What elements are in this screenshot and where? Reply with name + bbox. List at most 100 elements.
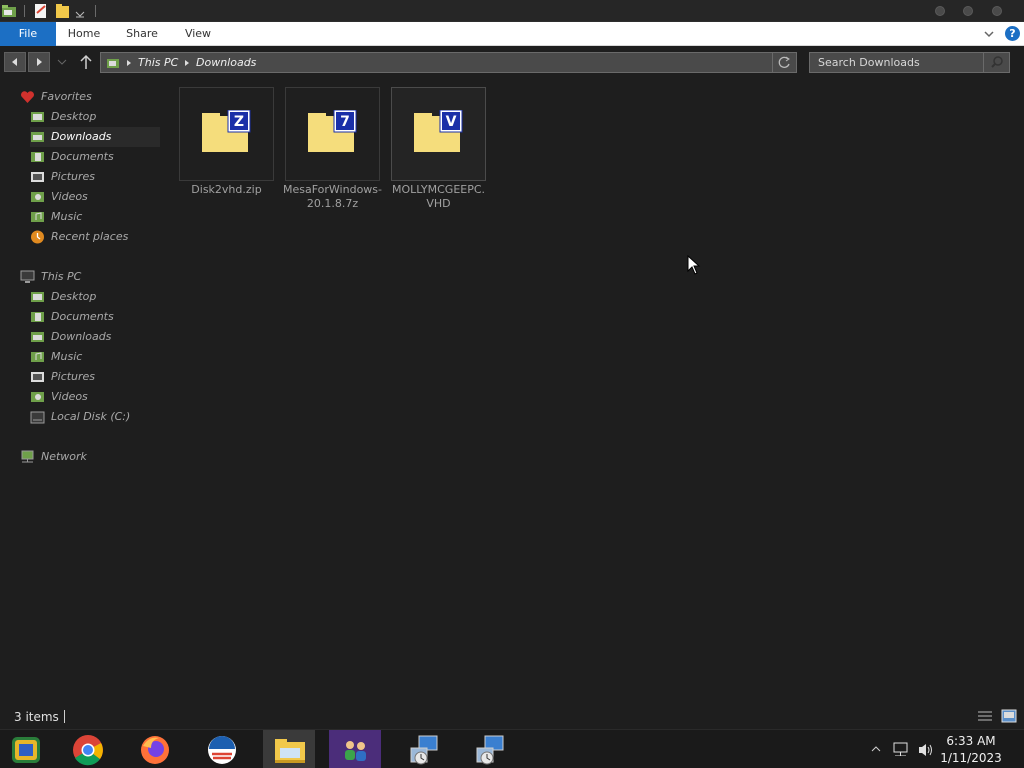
large-icons-view-icon[interactable] <box>1001 709 1017 723</box>
nav-pc-documents[interactable]: Documents <box>30 307 160 327</box>
nav-fav-desktop[interactable]: Desktop <box>30 107 160 127</box>
taskbar-remote-users[interactable] <box>329 730 381 768</box>
forward-button[interactable] <box>28 52 50 72</box>
taskbar-chrome[interactable] <box>62 730 114 768</box>
title-bar <box>0 0 1024 22</box>
taskbar-file-explorer[interactable] <box>263 730 315 768</box>
new-folder-icon[interactable] <box>55 3 71 19</box>
network-icon <box>21 450 34 463</box>
clock-time: 6:33 AM <box>946 734 996 748</box>
archive-badge-letter: Z <box>234 114 244 130</box>
tab-file[interactable]: File <box>0 22 56 46</box>
refresh-button[interactable] <box>772 53 796 72</box>
start-button[interactable] <box>0 730 52 768</box>
vhd-archive-icon: V <box>414 110 463 152</box>
network-status-icon[interactable] <box>892 742 908 756</box>
nav-fav-videos[interactable]: Videos <box>30 187 160 207</box>
close-button[interactable] <box>992 6 1002 16</box>
search-box[interactable] <box>809 52 1010 73</box>
search-input[interactable] <box>810 53 984 72</box>
tab-home[interactable]: Home <box>60 22 108 46</box>
nav-fav-recent-places[interactable]: Recent places <box>30 227 160 247</box>
music-folder-icon <box>31 212 44 222</box>
nav-fav-pictures[interactable]: Pictures <box>30 167 160 187</box>
breadcrumb-this-pc[interactable]: This PC <box>138 56 178 69</box>
nav-pc-desktop[interactable]: Desktop <box>30 287 160 307</box>
favorites-heart-icon <box>21 91 34 103</box>
nav-fav-music[interactable]: Music <box>30 207 160 227</box>
file-tile[interactable]: Z Disk2vhd.zip <box>179 87 274 212</box>
nav-fav-downloads[interactable]: Downloads <box>30 127 160 147</box>
taskbar-vm-connection-2[interactable] <box>463 730 515 768</box>
properties-icon[interactable] <box>33 3 49 19</box>
maximize-button[interactable] <box>963 6 973 16</box>
minimize-button[interactable] <box>935 6 945 16</box>
downloads-folder-icon <box>31 332 44 342</box>
videos-folder-icon <box>31 192 44 202</box>
taskbar-clock[interactable]: 6:33 AM 1/11/2023 <box>936 733 1006 767</box>
taskbar-firefox[interactable] <box>129 730 181 768</box>
nav-network[interactable]: Network <box>20 447 150 467</box>
expand-ribbon-chevron-icon[interactable] <box>982 27 996 41</box>
nav-this-pc[interactable]: This PC <box>20 267 150 287</box>
virtual-machine-connection-icon <box>410 735 438 765</box>
breadcrumb-downloads[interactable]: Downloads <box>196 56 256 69</box>
tab-share[interactable]: Share <box>116 22 168 46</box>
nav-pc-downloads[interactable]: Downloads <box>30 327 160 347</box>
tab-view[interactable]: View <box>176 22 220 46</box>
desktop-icon <box>31 112 44 122</box>
nav-item-label: Pictures <box>51 170 96 183</box>
nav-favorites[interactable]: Favorites <box>20 87 150 107</box>
nav-pc-music[interactable]: Music <box>30 347 160 367</box>
downloads-folder-icon <box>31 132 44 142</box>
customize-quick-access-icon[interactable] <box>74 3 86 19</box>
clock-date: 1/11/2023 <box>940 751 1002 765</box>
explorer-app-icon[interactable] <box>1 3 17 19</box>
item-count: 3 items <box>14 710 59 724</box>
archive-badge-letter: V <box>446 114 457 130</box>
quick-access-separator <box>24 5 25 17</box>
desktop-icon <box>31 292 44 302</box>
recent-locations-chevron-icon[interactable] <box>56 58 68 66</box>
file-explorer-icon <box>275 739 305 763</box>
file-tile-frame: V <box>391 87 486 181</box>
chrome-icon <box>73 735 103 766</box>
pictures-folder-icon <box>31 372 44 382</box>
address-bar[interactable]: This PC Downloads <box>100 52 797 73</box>
show-hidden-icons-chevron-icon[interactable] <box>870 744 886 758</box>
search-button[interactable] <box>983 53 1009 72</box>
breadcrumb-arrow-icon <box>127 60 131 66</box>
back-button[interactable] <box>4 52 26 72</box>
nav-item-label: Documents <box>51 150 114 163</box>
up-arrow-icon[interactable] <box>79 54 93 70</box>
details-view-icon[interactable] <box>977 709 993 723</box>
status-bar: 3 items <box>0 706 1024 728</box>
status-separator <box>64 710 65 723</box>
file-name: MesaForWindows-20.1.8.7z <box>283 183 382 210</box>
file-tile[interactable]: 7 MesaForWindows-20.1.8.7z <box>283 87 382 212</box>
nav-pc-local-disk[interactable]: Local Disk (C:) <box>30 407 160 427</box>
documents-folder-icon <box>31 312 44 322</box>
nav-fav-documents[interactable]: Documents <box>30 147 160 167</box>
archive-badge-letter: 7 <box>340 114 350 130</box>
file-tile-selected[interactable]: V MOLLYMCGEEPC.VHD <box>391 87 486 212</box>
recent-places-clock-icon <box>31 230 44 244</box>
nav-pc-videos[interactable]: Videos <box>30 387 160 407</box>
pictures-folder-icon <box>31 172 44 182</box>
nav-item-label: Desktop <box>51 290 97 303</box>
taskbar-app[interactable] <box>196 730 248 768</box>
taskbar-vm-connection-1[interactable] <box>397 730 449 768</box>
nav-item-label: Documents <box>51 310 114 323</box>
nav-pc-pictures[interactable]: Pictures <box>30 367 160 387</box>
file-tile-frame: 7 <box>285 87 380 181</box>
file-tile-frame: Z <box>179 87 274 181</box>
nav-item-label: Downloads <box>51 130 112 143</box>
start-orb-icon <box>12 737 40 763</box>
virtual-machine-connection-icon <box>476 735 504 765</box>
round-logo-icon <box>208 736 236 764</box>
ribbon-tabs: File Home Share View ? <box>0 22 1024 46</box>
help-icon[interactable]: ? <box>1005 26 1020 41</box>
quick-access-separator <box>95 5 96 17</box>
volume-speaker-icon[interactable] <box>917 742 933 756</box>
forward-arrow-icon <box>37 58 42 66</box>
